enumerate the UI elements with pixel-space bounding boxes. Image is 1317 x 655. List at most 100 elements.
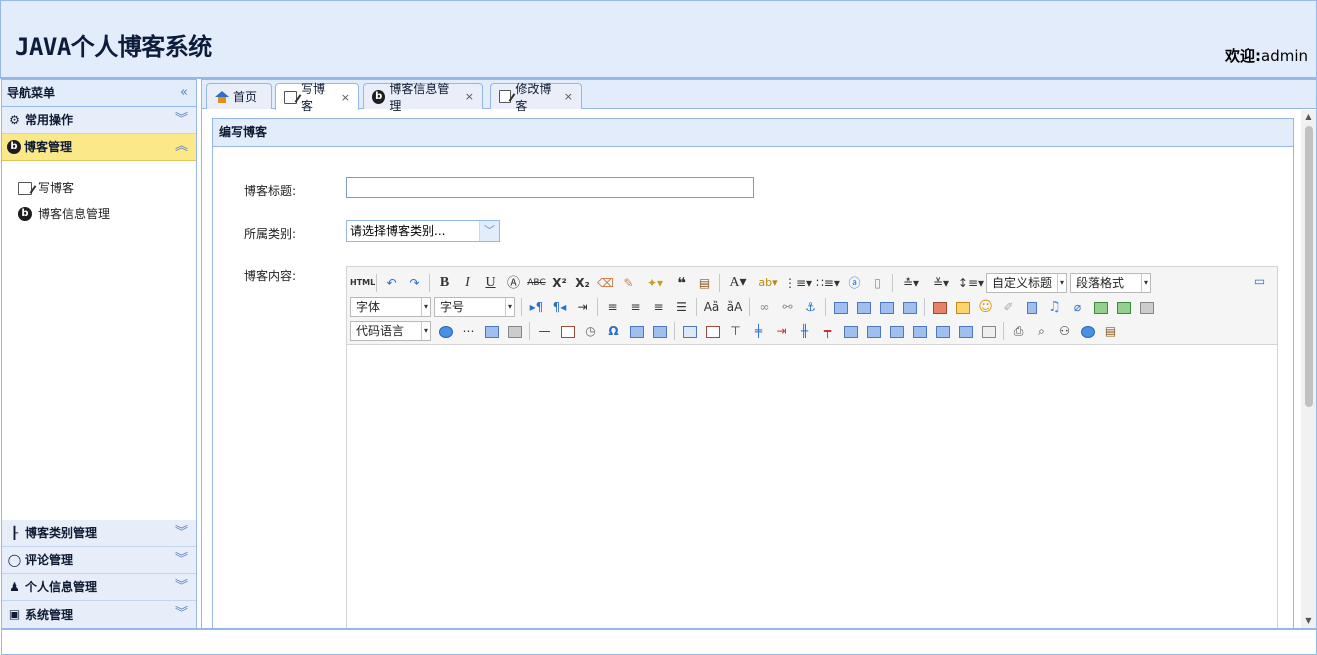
edittip-icon[interactable]: [648, 321, 671, 341]
time-icon[interactable]: ◷: [579, 321, 602, 341]
chevron-down-icon[interactable]: ︾: [175, 601, 188, 627]
align-right-icon[interactable]: ≡: [647, 297, 670, 317]
drafts-icon[interactable]: ▤: [1099, 321, 1122, 341]
anchor-icon[interactable]: ⚓: [799, 297, 822, 317]
preview-icon[interactable]: ⌕: [1030, 321, 1053, 341]
indent-icon[interactable]: ⇥: [571, 297, 594, 317]
special-chars-icon[interactable]: Ω: [602, 321, 625, 341]
split-to-rows-icon[interactable]: [931, 321, 954, 341]
page-break-icon[interactable]: ⋯: [457, 321, 480, 341]
multi-image-icon[interactable]: [951, 297, 974, 317]
help-icon[interactable]: [1076, 321, 1099, 341]
date-icon[interactable]: [556, 321, 579, 341]
accordion-common-ops[interactable]: ⚙ 常用操作 ︾: [2, 107, 196, 134]
scroll-up-icon[interactable]: ▲: [1301, 110, 1316, 124]
accordion-blog-category[interactable]: ┠ 博客类别管理 ︾: [2, 520, 196, 547]
insert-row-icon[interactable]: ╪: [747, 321, 770, 341]
chevron-down-icon[interactable]: ﹀: [479, 221, 499, 241]
align-justify-icon[interactable]: ☰: [670, 297, 693, 317]
split-to-cols-icon[interactable]: [954, 321, 977, 341]
insert-paragraph-before-table-icon[interactable]: ⊤: [724, 321, 747, 341]
clear-document-icon[interactable]: ▯: [866, 273, 889, 293]
subscript-icon[interactable]: X₂: [571, 273, 594, 293]
tab-edit-blog[interactable]: 修改博客 ×: [490, 82, 582, 113]
search-replace-icon[interactable]: ⚇: [1053, 321, 1076, 341]
italic-icon[interactable]: I: [456, 273, 479, 293]
image-center-icon[interactable]: [898, 297, 921, 317]
tab-home[interactable]: 首页: [206, 83, 272, 109]
wordimage-icon[interactable]: [625, 321, 648, 341]
image-none-icon[interactable]: [829, 297, 852, 317]
undo-icon[interactable]: ↶: [380, 273, 403, 293]
unordered-list-icon[interactable]: ∷≡▾: [813, 273, 843, 293]
insert-video-icon[interactable]: [1020, 297, 1043, 317]
delete-row-icon[interactable]: ⇥: [770, 321, 793, 341]
editor-body[interactable]: [347, 345, 1277, 632]
chevron-down-icon[interactable]: ︾: [175, 107, 188, 133]
font-color-icon[interactable]: A▾: [723, 273, 753, 293]
redo-icon[interactable]: ↷: [403, 273, 426, 293]
paste-plain-icon[interactable]: ▤: [693, 273, 716, 293]
strikethrough-icon[interactable]: ABC: [525, 273, 548, 293]
category-select[interactable]: 请选择博客类别... ﹀: [346, 220, 500, 242]
scroll-down-icon[interactable]: ▼: [1301, 614, 1316, 628]
eraser-icon[interactable]: ⌫: [594, 273, 617, 293]
align-center-icon[interactable]: ≡: [624, 297, 647, 317]
tab-blog-info[interactable]: b 博客信息管理 ×: [363, 82, 483, 113]
close-icon[interactable]: ×: [465, 90, 474, 103]
insert-frame-icon[interactable]: [1135, 297, 1158, 317]
link-icon[interactable]: ∞: [753, 297, 776, 317]
gmap-icon[interactable]: [1112, 297, 1135, 317]
split-to-cells-icon[interactable]: [908, 321, 931, 341]
accordion-blog-management[interactable]: b 博客管理 ︽: [2, 134, 196, 161]
bold-icon[interactable]: B: [433, 273, 456, 293]
horizontal-rule-icon[interactable]: —: [533, 321, 556, 341]
merge-cells-icon[interactable]: [839, 321, 862, 341]
chevron-down-icon[interactable]: ︾: [175, 547, 188, 573]
template-icon[interactable]: [480, 321, 503, 341]
nav-item-blog-info[interactable]: b 博客信息管理: [2, 201, 196, 227]
chevron-down-icon[interactable]: ︾: [175, 574, 188, 600]
accordion-comments[interactable]: ◯ 评论管理 ︾: [2, 547, 196, 574]
close-icon[interactable]: ×: [564, 90, 573, 103]
line-height-icon[interactable]: ↕≡▾: [956, 273, 986, 293]
map-icon[interactable]: [1089, 297, 1112, 317]
tab-write-blog[interactable]: 写博客 ×: [275, 82, 359, 113]
row-spacing-bottom-icon[interactable]: ≚▾: [926, 273, 956, 293]
chevron-down-icon[interactable]: ︾: [175, 520, 188, 546]
select-all-icon[interactable]: ⓐ: [843, 273, 866, 293]
image-left-icon[interactable]: [852, 297, 875, 317]
print-icon[interactable]: ⎙: [1007, 321, 1030, 341]
paragraph-format-select[interactable]: 段落格式 ▾: [1070, 273, 1151, 293]
double-chevron-left-icon[interactable]: «: [180, 80, 188, 106]
merge-down-icon[interactable]: [885, 321, 908, 341]
simple-upload-icon[interactable]: [928, 297, 951, 317]
merge-right-icon[interactable]: [862, 321, 885, 341]
vertical-scrollbar[interactable]: ▲ ▼: [1301, 110, 1316, 628]
accordion-profile[interactable]: ♟ 个人信息管理 ︾: [2, 574, 196, 601]
html-source-button[interactable]: HTML: [350, 273, 375, 293]
font-border-icon[interactable]: Ⓐ: [502, 273, 525, 293]
emoticon-icon[interactable]: ☺: [974, 297, 997, 317]
scrawl-icon[interactable]: ✐: [997, 297, 1020, 317]
format-brush-icon[interactable]: ✎: [617, 273, 640, 293]
ltr-icon[interactable]: ▸¶: [525, 297, 548, 317]
font-family-select[interactable]: 字体 ▾: [350, 297, 431, 317]
ordered-list-icon[interactable]: ⋮≡▾: [783, 273, 813, 293]
rtl-icon[interactable]: ¶◂: [548, 297, 571, 317]
superscript-icon[interactable]: X²: [548, 273, 571, 293]
attachment-icon[interactable]: ⌀: [1066, 297, 1089, 317]
highlight-color-icon[interactable]: ab▾: [753, 273, 783, 293]
row-spacing-top-icon[interactable]: ≛▾: [896, 273, 926, 293]
chevron-up-icon[interactable]: ︽: [175, 134, 188, 160]
auto-format-icon[interactable]: ✦▾: [640, 273, 670, 293]
close-icon[interactable]: ×: [341, 91, 350, 104]
delete-table-icon[interactable]: [701, 321, 724, 341]
unlink-icon[interactable]: ⚯: [776, 297, 799, 317]
underline-icon[interactable]: U: [479, 273, 502, 293]
insert-code-icon[interactable]: [434, 321, 457, 341]
fullscreen-icon[interactable]: ▭: [1248, 271, 1271, 291]
insert-col-icon[interactable]: ╫: [793, 321, 816, 341]
to-uppercase-icon[interactable]: Aȁ: [700, 297, 723, 317]
code-language-select[interactable]: 代码语言 ▾: [350, 321, 431, 341]
